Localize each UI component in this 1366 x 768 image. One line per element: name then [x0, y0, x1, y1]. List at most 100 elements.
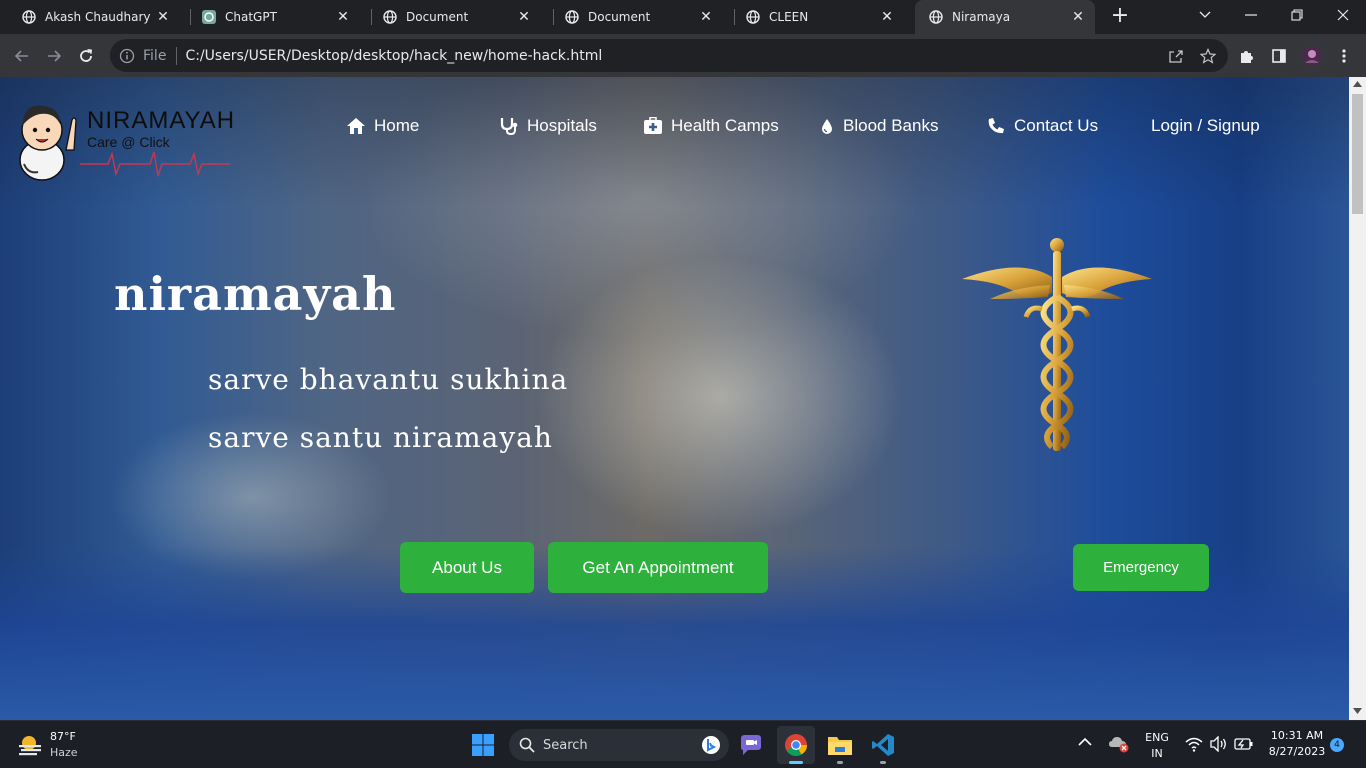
scroll-down-arrow-icon[interactable] — [1353, 708, 1362, 714]
browser-tab[interactable]: Document ✕ — [361, 0, 541, 34]
hero-mantra-line-2: sarve santu niramayah — [208, 421, 553, 454]
nav-blood-banks[interactable]: Blood Banks — [819, 115, 938, 137]
phone-icon — [986, 116, 1006, 136]
stethoscope-icon — [499, 116, 519, 136]
page-scrollbar[interactable] — [1349, 77, 1366, 720]
wifi-icon[interactable] — [1185, 736, 1203, 755]
tab-search-chevron-icon[interactable] — [1182, 0, 1228, 30]
scrollbar-thumb[interactable] — [1352, 94, 1363, 214]
windows-start-icon[interactable] — [464, 726, 502, 764]
share-icon[interactable] — [1165, 45, 1187, 67]
nav-hospitals-label: Hospitals — [527, 116, 597, 135]
clock-date: 8/27/2023 — [1268, 745, 1326, 758]
nav-contact-us-label: Contact Us — [1014, 116, 1099, 135]
about-us-button[interactable]: About Us — [400, 542, 534, 593]
nav-hospitals[interactable]: Hospitals — [499, 115, 597, 137]
tray-overflow-chevron-icon[interactable] — [1078, 737, 1092, 750]
battery-charging-icon[interactable] — [1234, 737, 1254, 754]
weather-description[interactable]: Haze — [50, 746, 78, 759]
weather-temperature[interactable]: 87°F — [50, 730, 76, 743]
language-indicator[interactable]: ENG IN — [1144, 731, 1170, 760]
nav-login-signup-label: Login / Signup — [1151, 116, 1260, 135]
home-icon — [346, 116, 366, 136]
browser-toolbar: File C:/Users/USER/Desktop/desktop/hack_… — [0, 34, 1366, 77]
extensions-puzzle-icon[interactable] — [1236, 45, 1258, 67]
haze-sun-icon[interactable] — [17, 733, 43, 757]
windows-taskbar: 87°F Haze Search ENG IN 10:31 AM 8/27/20… — [0, 720, 1366, 768]
clock-time: 10:31 AM — [1270, 729, 1324, 742]
tab-close-icon[interactable]: ✕ — [515, 8, 533, 26]
browser-tab[interactable]: ChatGPT ✕ — [180, 0, 360, 34]
open-app-indicator — [837, 761, 843, 764]
nav-home[interactable]: Home — [346, 115, 419, 137]
info-icon[interactable] — [119, 48, 135, 64]
tab-title: Document — [406, 10, 469, 24]
tab-close-icon[interactable]: ✕ — [878, 8, 896, 26]
url-divider — [176, 46, 178, 65]
nav-health-camps-label: Health Camps — [671, 116, 779, 135]
url-text[interactable]: C:/Users/USER/Desktop/desktop/hack_new/h… — [185, 48, 602, 64]
tab-title: Document — [588, 10, 651, 24]
brand-name: NIRAMAYAH — [87, 107, 236, 134]
tab-close-icon[interactable]: ✕ — [154, 8, 172, 26]
tab-close-icon[interactable]: ✕ — [334, 8, 352, 26]
caduceus-icon — [962, 238, 1152, 451]
taskbar-search-box[interactable]: Search — [509, 729, 729, 761]
scroll-up-arrow-icon[interactable] — [1353, 81, 1362, 87]
open-app-indicator — [880, 761, 886, 764]
back-button[interactable] — [8, 42, 36, 70]
bing-icon[interactable] — [701, 735, 721, 755]
browser-tab-active[interactable]: Niramaya ✕ — [915, 0, 1095, 34]
brand-tagline: Care @ Click — [87, 134, 170, 150]
address-bar[interactable]: File C:/Users/USER/Desktop/desktop/hack_… — [110, 39, 1228, 72]
emergency-button[interactable]: Emergency — [1073, 544, 1209, 591]
file-explorer-icon[interactable] — [821, 726, 859, 764]
restore-button[interactable] — [1274, 0, 1320, 30]
get-appointment-button[interactable]: Get An Appointment — [548, 542, 768, 593]
browser-tab[interactable]: Akash Chaudhary ✕ — [0, 0, 180, 34]
close-window-button[interactable] — [1320, 0, 1366, 30]
nav-blood-banks-label: Blood Banks — [843, 116, 939, 135]
nav-home-label: Home — [374, 116, 420, 135]
blood-drop-icon — [819, 116, 835, 136]
reload-button[interactable] — [72, 42, 100, 70]
tab-title: Niramaya — [952, 10, 1011, 24]
bookmark-star-icon[interactable] — [1197, 45, 1219, 67]
tab-title: ChatGPT — [225, 10, 277, 24]
tab-title: Akash Chaudhary — [45, 10, 151, 24]
profile-avatar[interactable] — [1301, 45, 1323, 67]
onedrive-error-icon[interactable] — [1108, 735, 1130, 756]
clock-area[interactable]: 10:31 AM 8/27/2023 — [1264, 729, 1330, 758]
nav-login-signup[interactable]: Login / Signup — [1151, 115, 1260, 137]
side-panel-icon[interactable] — [1268, 45, 1290, 67]
vscode-icon[interactable] — [864, 726, 902, 764]
nav-health-camps[interactable]: Health Camps — [643, 115, 779, 137]
globe-icon — [383, 10, 397, 24]
forward-button[interactable] — [40, 42, 68, 70]
hero-mantra-line-1: sarve bhavantu sukhina — [208, 363, 569, 396]
tab-title: CLEEN — [769, 10, 809, 24]
globe-icon — [929, 10, 943, 24]
browser-tab[interactable]: CLEEN ✕ — [724, 0, 904, 34]
teams-chat-icon[interactable] — [732, 726, 770, 764]
tab-close-icon[interactable]: ✕ — [697, 8, 715, 26]
volume-icon[interactable] — [1210, 735, 1228, 755]
medical-kit-icon — [643, 116, 663, 136]
language-line-1: ENG — [1145, 731, 1169, 744]
browser-tab-strip: Akash Chaudhary ✕ ChatGPT ✕ Document ✕ D… — [0, 0, 1366, 34]
globe-icon — [565, 10, 579, 24]
new-tab-button[interactable]: + — [1109, 5, 1131, 28]
search-icon — [519, 737, 535, 753]
nav-contact-us[interactable]: Contact Us — [986, 115, 1098, 137]
minimize-button[interactable] — [1228, 0, 1274, 30]
browser-tab[interactable]: Document ✕ — [543, 0, 723, 34]
browser-menu-icon[interactable] — [1333, 45, 1355, 67]
notification-count-badge[interactable]: 4 — [1330, 738, 1344, 752]
page-hero-section: NIRAMAYAH Care @ Click Home Hospitals He… — [0, 77, 1349, 720]
chrome-taskbar-icon[interactable] — [777, 726, 815, 764]
language-line-2: IN — [1151, 747, 1163, 760]
heartbeat-line-icon — [80, 151, 230, 177]
chatgpt-icon — [202, 10, 216, 24]
globe-icon — [22, 10, 36, 24]
tab-close-icon[interactable]: ✕ — [1069, 8, 1087, 26]
